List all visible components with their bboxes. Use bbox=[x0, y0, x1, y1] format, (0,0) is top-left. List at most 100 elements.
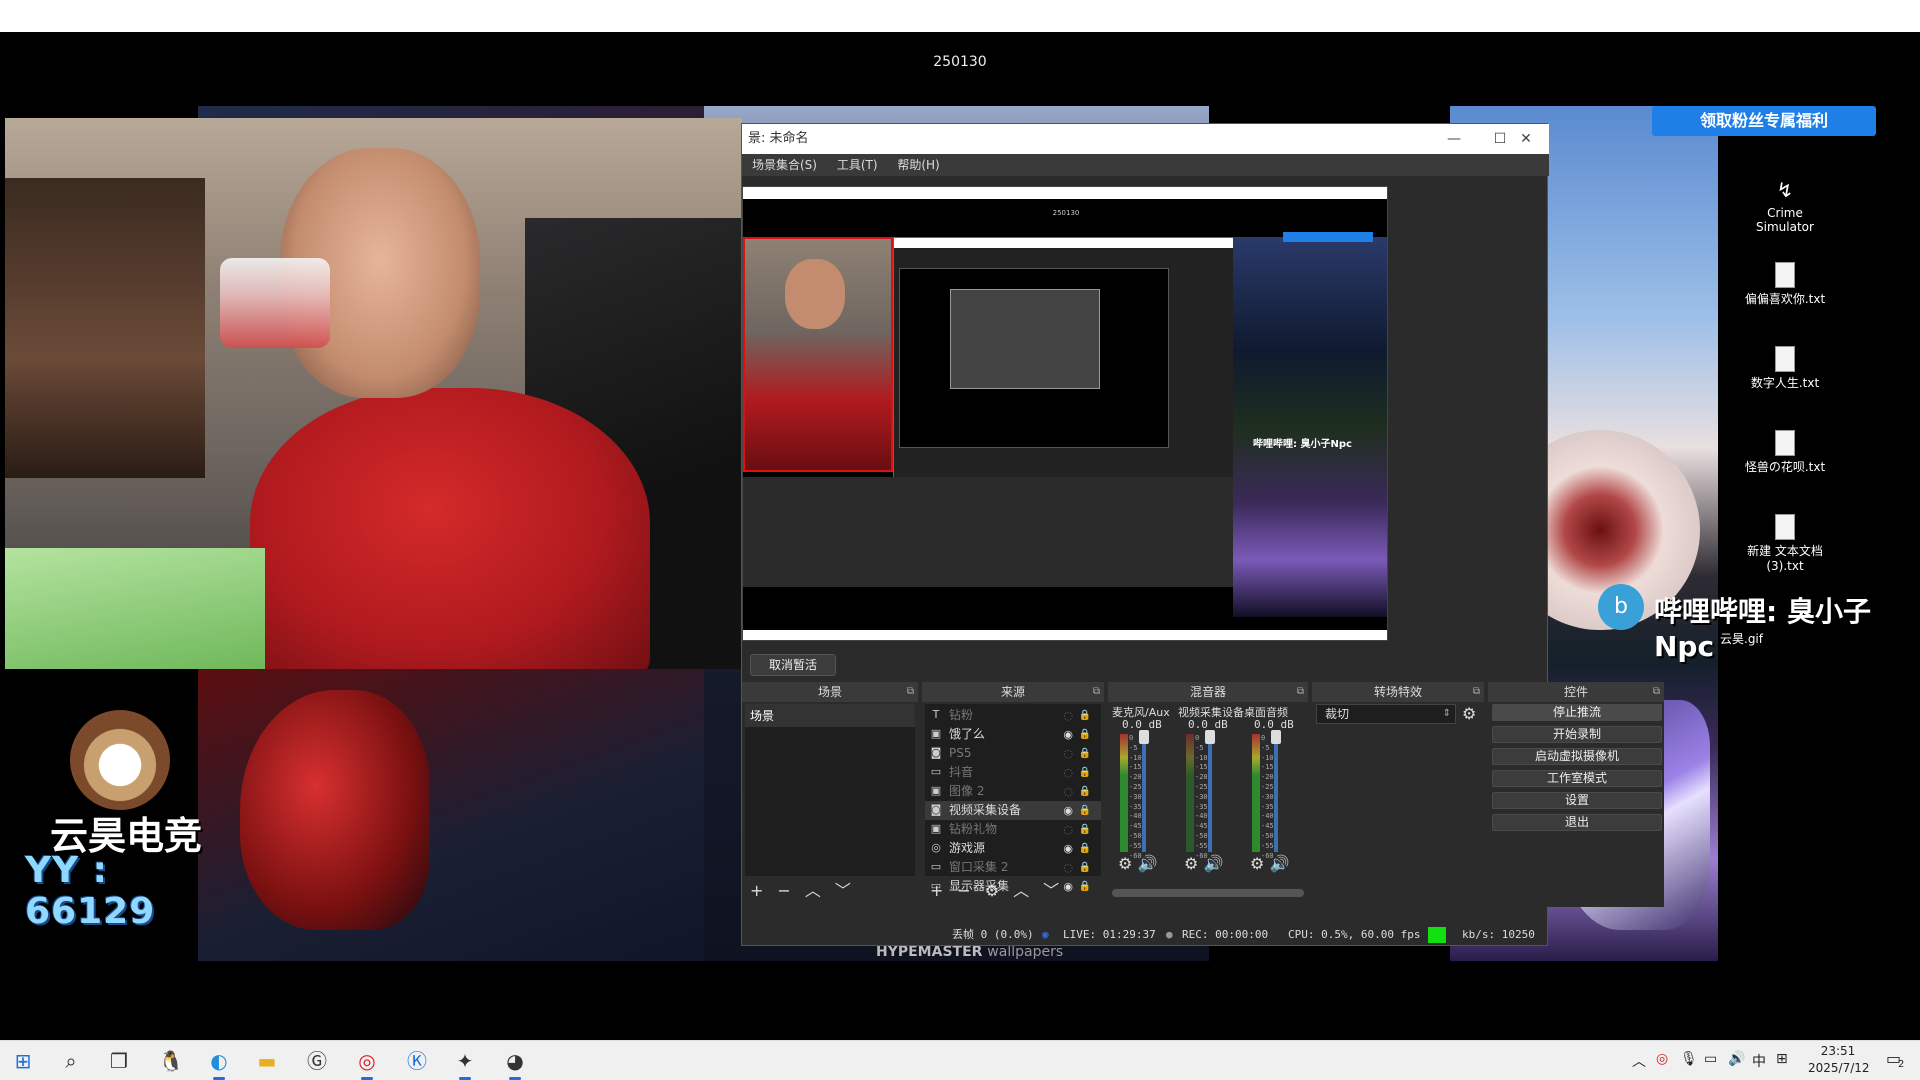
menu-tools[interactable]: 工具(T) bbox=[837, 158, 878, 172]
chevron-up-icon[interactable]: ︿ bbox=[1013, 881, 1029, 900]
mixer-scrollbar[interactable] bbox=[1112, 889, 1304, 897]
source-row[interactable]: ▭ 抖音 ◌ 🔒 bbox=[925, 763, 1101, 782]
lock-icon[interactable]: 🔒 bbox=[1079, 706, 1091, 725]
eye-icon[interactable]: ◉ bbox=[1063, 839, 1073, 858]
task-view-icon[interactable]: ❐ bbox=[104, 1047, 134, 1075]
volume-icon[interactable]: 🔊 bbox=[1728, 1051, 1745, 1067]
ime-mode-icon[interactable]: ⊞ bbox=[1776, 1051, 1788, 1067]
visibility-off-icon[interactable]: ◌ bbox=[1063, 820, 1073, 839]
desktop-icon-crime-simulator[interactable]: ↯ Crime Simulator bbox=[1740, 178, 1830, 234]
desktop-icon-txt-1[interactable]: 偏偏喜欢你.txt bbox=[1740, 262, 1830, 307]
fan-benefit-button[interactable]: 领取粉丝专属福利 bbox=[1652, 106, 1876, 136]
stop-streaming-button[interactable]: 停止推流 bbox=[1492, 704, 1662, 721]
scene-item[interactable]: 场景 bbox=[745, 704, 915, 727]
exit-button[interactable]: 退出 bbox=[1492, 814, 1662, 831]
chevron-down-icon[interactable]: ﹀ bbox=[835, 881, 851, 900]
search-icon[interactable]: ⌕ bbox=[56, 1047, 86, 1075]
source-row[interactable]: ▣ 钻粉礼物 ◌ 🔒 bbox=[925, 820, 1101, 839]
app-g-icon[interactable]: Ⓖ bbox=[302, 1047, 332, 1075]
gear-icon[interactable]: ⚙ bbox=[1250, 854, 1264, 873]
lock-icon[interactable]: 🔒 bbox=[1079, 801, 1091, 820]
undock-icon[interactable]: ⧉ bbox=[1093, 682, 1100, 702]
microphone-icon[interactable]: 🎙 bbox=[1680, 1051, 1698, 1067]
undock-icon[interactable]: ⧉ bbox=[1473, 682, 1480, 702]
volume-slider-handle[interactable] bbox=[1139, 730, 1149, 744]
gear-icon[interactable]: ⚙ bbox=[985, 881, 999, 900]
lock-icon[interactable]: 🔒 bbox=[1079, 725, 1091, 744]
file-explorer-icon[interactable]: ▬ bbox=[252, 1047, 282, 1075]
obs-preview[interactable]: 250130 哔哩哔哩: 臭小子Npc bbox=[742, 186, 1388, 641]
source-row[interactable]: ◙ PS5 ◌ 🔒 bbox=[925, 744, 1101, 763]
lock-icon[interactable]: 🔒 bbox=[1079, 858, 1091, 877]
source-row[interactable]: ▣ 图像 2 ◌ 🔒 bbox=[925, 782, 1101, 801]
chevron-down-icon[interactable]: ﹀ bbox=[1043, 881, 1059, 900]
lock-icon[interactable]: 🔒 bbox=[1079, 782, 1091, 801]
start-virtual-camera-button[interactable]: 启动虚拟摄像机 bbox=[1492, 748, 1662, 765]
studio-mode-button[interactable]: 工作室模式 bbox=[1492, 770, 1662, 787]
close-icon[interactable]: ✕ bbox=[1503, 124, 1549, 154]
speaker-icon[interactable]: 🔊 bbox=[1137, 854, 1157, 873]
transition-select[interactable]: 裁切 ⇕ bbox=[1316, 704, 1456, 724]
volume-slider-track[interactable] bbox=[1142, 734, 1146, 852]
lock-icon[interactable]: 🔒 bbox=[1079, 744, 1091, 763]
visibility-off-icon[interactable]: ◌ bbox=[1063, 782, 1073, 801]
speaker-icon[interactable]: 🔊 bbox=[1203, 854, 1223, 873]
desktop-icon-txt-2[interactable]: 数字人生.txt bbox=[1740, 346, 1830, 391]
eye-icon[interactable]: ◉ bbox=[1063, 725, 1073, 744]
add-icon[interactable]: + bbox=[750, 881, 763, 900]
network-icon[interactable]: ▭ bbox=[1704, 1051, 1717, 1067]
cancel-pause-button[interactable]: 取消暂活 bbox=[750, 654, 836, 676]
obs-icon[interactable]: ◕ bbox=[500, 1047, 530, 1080]
source-row[interactable]: ▣ 饿了么 ◉ 🔒 bbox=[925, 725, 1101, 744]
text-file-icon bbox=[1775, 430, 1795, 456]
netease-tray-icon[interactable]: ◎ bbox=[1656, 1051, 1668, 1067]
gear-icon[interactable]: ⚙ bbox=[1184, 854, 1198, 873]
chevron-up-icon[interactable]: ︿ bbox=[1632, 1051, 1646, 1071]
undock-icon[interactable]: ⧉ bbox=[1297, 682, 1304, 702]
undock-icon[interactable]: ⧉ bbox=[1653, 682, 1660, 702]
desktop-icon-txt-4[interactable]: 新建 文本文档 (3).txt bbox=[1740, 514, 1830, 573]
gif-file-label[interactable]: 云昊.gif bbox=[1720, 630, 1763, 647]
remove-icon[interactable]: − bbox=[957, 881, 970, 900]
netease-music-icon[interactable]: ◎ bbox=[352, 1047, 382, 1080]
add-icon[interactable]: + bbox=[930, 881, 943, 900]
visibility-off-icon[interactable]: ◌ bbox=[1063, 858, 1073, 877]
settings-button[interactable]: 设置 bbox=[1492, 792, 1662, 809]
desktop-icon-txt-3[interactable]: 怪兽の花呗.txt bbox=[1740, 430, 1830, 475]
system-clock[interactable]: 23:51 2025/7/12 bbox=[1808, 1043, 1870, 1077]
start-icon[interactable]: ⊞ bbox=[8, 1047, 38, 1075]
transitions-dock: 转场特效 ⧉ 裁切 ⇕ ⚙ bbox=[1312, 682, 1484, 907]
start-recording-button[interactable]: 开始录制 bbox=[1492, 726, 1662, 743]
gear-icon[interactable]: ⚙ bbox=[1118, 854, 1132, 873]
speaker-icon[interactable]: 🔊 bbox=[1269, 854, 1289, 873]
volume-slider-track[interactable] bbox=[1274, 734, 1278, 852]
source-row[interactable]: ▭ 窗口采集 2 ◌ 🔒 bbox=[925, 858, 1101, 877]
qq-icon[interactable]: 🐧 bbox=[156, 1047, 186, 1075]
visibility-off-icon[interactable]: ◌ bbox=[1063, 744, 1073, 763]
game-app-icon[interactable]: ✦ bbox=[450, 1047, 480, 1080]
volume-slider-handle[interactable] bbox=[1205, 730, 1215, 744]
minimize-icon[interactable]: — bbox=[1431, 124, 1477, 154]
app-k-icon[interactable]: Ⓚ bbox=[402, 1047, 432, 1075]
source-row[interactable]: T 钻粉 ◌ 🔒 bbox=[925, 706, 1101, 725]
remove-icon[interactable]: − bbox=[777, 881, 790, 900]
lock-icon[interactable]: 🔒 bbox=[1079, 763, 1091, 782]
source-row[interactable]: ◙ 视频采集设备 ◉ 🔒 bbox=[925, 801, 1101, 820]
source-row[interactable]: ◎ 游戏源 ◉ 🔒 bbox=[925, 839, 1101, 858]
scenes-list: 场景 bbox=[745, 704, 915, 876]
menu-scene-collection[interactable]: 场景集合(S) bbox=[752, 158, 817, 172]
volume-slider-track[interactable] bbox=[1208, 734, 1212, 852]
edge-icon[interactable]: ◐ bbox=[204, 1047, 234, 1080]
chevron-up-icon[interactable]: ︿ bbox=[805, 881, 821, 900]
gear-icon[interactable]: ⚙ bbox=[1462, 704, 1476, 723]
visibility-off-icon[interactable]: ◌ bbox=[1063, 706, 1073, 725]
lock-icon[interactable]: 🔒 bbox=[1079, 820, 1091, 839]
undock-icon[interactable]: ⧉ bbox=[907, 682, 914, 702]
visibility-off-icon[interactable]: ◌ bbox=[1063, 763, 1073, 782]
volume-slider-handle[interactable] bbox=[1271, 730, 1281, 744]
lock-icon[interactable]: 🔒 bbox=[1079, 839, 1091, 858]
eye-icon[interactable]: ◉ bbox=[1063, 801, 1073, 820]
mixer-channel-controls: ⚙ 🔊 bbox=[1118, 854, 1157, 873]
menu-help[interactable]: 帮助(H) bbox=[897, 158, 939, 172]
ime-indicator[interactable]: 中 bbox=[1752, 1051, 1766, 1071]
